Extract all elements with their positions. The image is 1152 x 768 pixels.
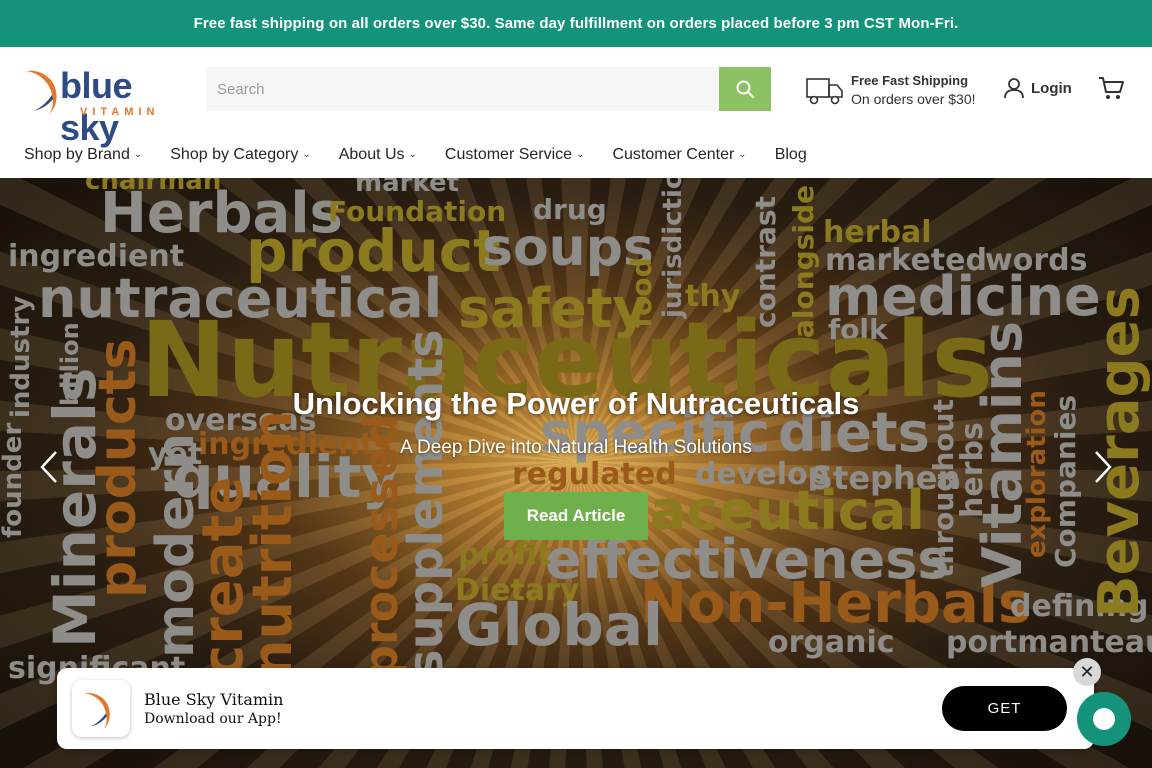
search-button[interactable] (719, 67, 771, 111)
cloud-word: market (355, 178, 460, 198)
nav-label: Blog (774, 145, 807, 163)
nav-about-us[interactable]: About Us ⌄ (339, 146, 417, 164)
cart-icon[interactable] (1097, 74, 1125, 102)
nav-label: About Us (338, 145, 405, 163)
app-download-banner: Blue Sky Vitamin Download our App! GET (57, 668, 1094, 749)
cloud-word: chairman (85, 178, 222, 196)
cloud-word: food (625, 257, 658, 328)
announcement-bar: Free fast shipping on all orders over $3… (0, 0, 1152, 47)
chevron-right-icon[interactable] (1092, 450, 1114, 484)
cloud-word: products (88, 338, 148, 598)
hero-subtitle: A Deep Dive into Natural Health Solution… (400, 437, 752, 458)
cloud-word: portmanteau (946, 625, 1152, 660)
cloud-word: supplements (398, 329, 454, 678)
site-header: blue sky VITAMIN Free Fast Shipping On o… (0, 47, 1152, 148)
chevron-down-icon: ⌄ (738, 149, 747, 160)
cloud-word: alongside (787, 184, 820, 338)
nav-customer-center[interactable]: Customer Center ⌄ (612, 146, 746, 164)
truck-icon (806, 78, 843, 105)
logo-swoosh-icon (84, 692, 110, 730)
main-nav: Shop by Brand ⌄ Shop by Category ⌄ About U… (0, 131, 1152, 178)
get-app-button[interactable]: GET (942, 686, 1067, 731)
nav-shop-by-category[interactable]: Shop by Category ⌄ (170, 146, 310, 164)
shipping-title: Free Fast Shipping (851, 73, 969, 88)
chevron-down-icon: ⌄ (408, 149, 417, 160)
chevron-down-icon: ⌄ (133, 149, 143, 160)
user-icon (1004, 78, 1024, 99)
cloud-word: Global (455, 591, 663, 659)
site-logo[interactable]: blue sky VITAMIN (22, 63, 192, 148)
cloud-word: throughout (927, 399, 960, 578)
nav-label: Customer Center (612, 145, 735, 163)
chevron-left-icon[interactable] (38, 450, 60, 484)
close-banner-button[interactable]: ✕ (1073, 658, 1101, 686)
logo-subtext: VITAMIN (80, 106, 160, 118)
shipping-promo: Free Fast Shipping On orders over $30! (806, 71, 986, 111)
cloud-word: organic (768, 625, 895, 660)
chevron-down-icon: ⌄ (302, 149, 311, 160)
nav-blog[interactable]: Blog (775, 146, 807, 164)
cloud-word: profit (458, 537, 552, 572)
app-description: Download our App! (144, 711, 282, 727)
search-input[interactable] (206, 67, 719, 111)
chevron-down-icon: ⌄ (576, 149, 585, 160)
search-icon (736, 80, 754, 98)
cloud-word: contrast (749, 196, 782, 328)
nav-label: Shop by Brand (24, 145, 130, 163)
nav-label: Customer Service (444, 145, 573, 163)
read-article-button[interactable]: Read Article (504, 492, 648, 540)
nav-shop-by-brand[interactable]: Shop by Brand ⌄ (24, 146, 142, 164)
nav-label: Shop by Category (170, 145, 299, 163)
nav-customer-service[interactable]: Customer Service ⌄ (445, 146, 585, 164)
chat-icon (1093, 708, 1115, 730)
login-label: Login (1031, 79, 1072, 97)
hero-title: Unlocking the Power of Nutraceuticals (292, 386, 860, 421)
chat-button[interactable] (1077, 692, 1131, 746)
app-name: Blue Sky Vitamin (144, 690, 284, 709)
announcement-text: Free fast shipping on all orders over $3… (193, 15, 959, 32)
close-icon: ✕ (1079, 661, 1095, 682)
app-icon (72, 680, 130, 737)
search-bar (206, 67, 771, 111)
shipping-subtitle: On orders over $30! (851, 91, 976, 107)
cloud-word: jurisdiction (658, 178, 688, 318)
login-link[interactable]: Login (1003, 77, 1072, 99)
